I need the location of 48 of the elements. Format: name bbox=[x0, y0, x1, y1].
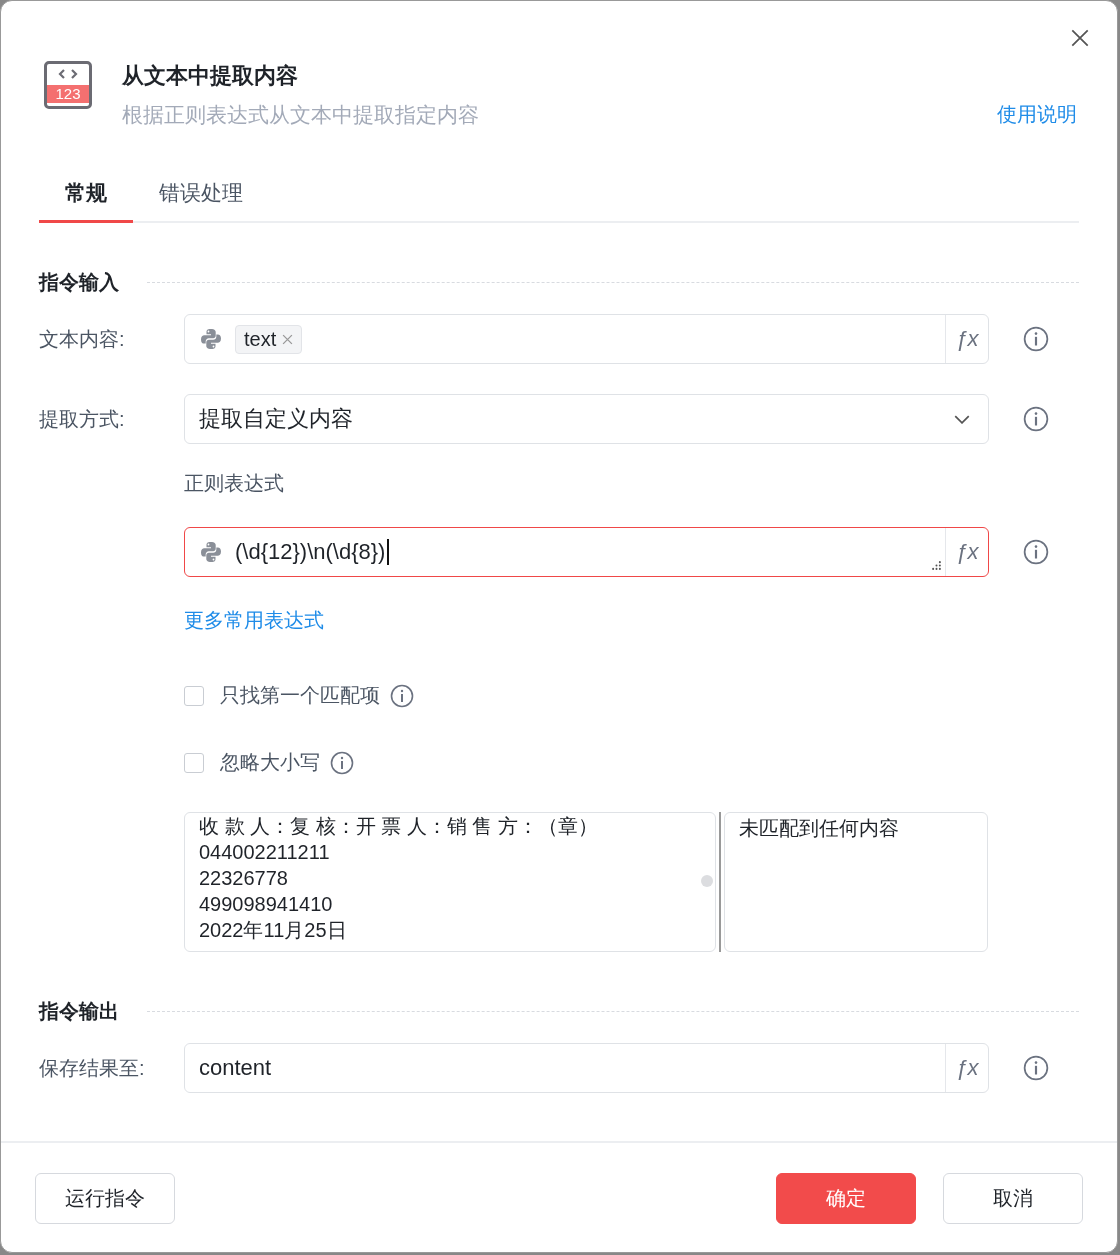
info-icon[interactable] bbox=[1023, 539, 1049, 565]
dialog-subtitle: 根据正则表达式从文本中提取指定内容 bbox=[122, 102, 480, 128]
python-icon bbox=[199, 327, 223, 351]
tab[interactable]: 常规 bbox=[39, 169, 133, 223]
info-icon[interactable] bbox=[1023, 1055, 1049, 1081]
code-number-icon: 123 bbox=[44, 61, 92, 109]
resize-grip-icon[interactable] bbox=[932, 561, 941, 570]
field-label: 提取方式: bbox=[39, 406, 126, 432]
scroll-handle[interactable] bbox=[701, 875, 713, 887]
info-icon[interactable] bbox=[1023, 326, 1049, 352]
option-label: 只找第一个匹配项 bbox=[220, 683, 380, 708]
checkbox[interactable] bbox=[184, 752, 204, 773]
regex-field[interactable]: (\d{12})\n(\d{8}) ƒx bbox=[184, 527, 989, 577]
tab[interactable]: 错误处理 bbox=[133, 169, 269, 223]
sample-text-line: 499098941410 bbox=[199, 892, 334, 917]
cancel-button[interactable]: 取消 bbox=[943, 1173, 1083, 1224]
help-link[interactable]: 使用说明 bbox=[997, 101, 1077, 128]
info-icon[interactable] bbox=[1023, 406, 1049, 432]
python-icon bbox=[199, 540, 223, 564]
expression-button[interactable]: ƒx bbox=[945, 1044, 988, 1092]
dialog-title: 从文本中提取内容 bbox=[122, 62, 299, 90]
checkbox[interactable] bbox=[184, 685, 204, 706]
regex-label: 正则表达式 bbox=[184, 471, 285, 496]
more-expressions-link[interactable]: 更多常用表达式 bbox=[184, 607, 324, 634]
option-label: 忽略大小写 bbox=[220, 750, 320, 775]
remove-icon[interactable] bbox=[282, 333, 294, 345]
section-heading: 指令输入 bbox=[39, 270, 119, 295]
field-label: 保存结果至: bbox=[39, 1055, 146, 1081]
expression-button[interactable]: ƒx bbox=[945, 528, 988, 576]
match-result-text: 未匹配到任何内容 bbox=[739, 816, 900, 841]
sample-text-line: 收 款 人：复 核：开 票 人：销 售 方：（章） bbox=[199, 814, 599, 839]
sample-text-line: 044002211211 bbox=[199, 840, 331, 865]
chevron-down-icon bbox=[954, 414, 970, 424]
info-icon[interactable] bbox=[330, 750, 354, 775]
sample-text-line: 22326778 bbox=[199, 866, 289, 891]
text-content-field[interactable]: text ƒx bbox=[184, 314, 989, 364]
sample-text-area[interactable]: 收 款 人：复 核：开 票 人：销 售 方：（章） 044002211211 22326778 499098941410 2022年11月25日 bbox=[184, 812, 716, 952]
expression-button[interactable]: ƒx bbox=[945, 315, 988, 363]
info-icon[interactable] bbox=[390, 683, 414, 708]
run-button[interactable]: 运行指令 bbox=[35, 1173, 175, 1224]
close-icon[interactable] bbox=[1069, 27, 1091, 49]
sample-text-line: 2022年11月25日 bbox=[199, 918, 348, 943]
section-heading: 指令输出 bbox=[39, 999, 119, 1024]
field-label: 文本内容: bbox=[39, 326, 126, 352]
confirm-button[interactable]: 确定 bbox=[776, 1173, 916, 1224]
save-result-field[interactable]: content ƒx bbox=[184, 1043, 989, 1093]
variable-tag: text bbox=[235, 324, 303, 354]
extract-mode-dropdown[interactable]: 提取自定义内容 bbox=[184, 394, 989, 444]
